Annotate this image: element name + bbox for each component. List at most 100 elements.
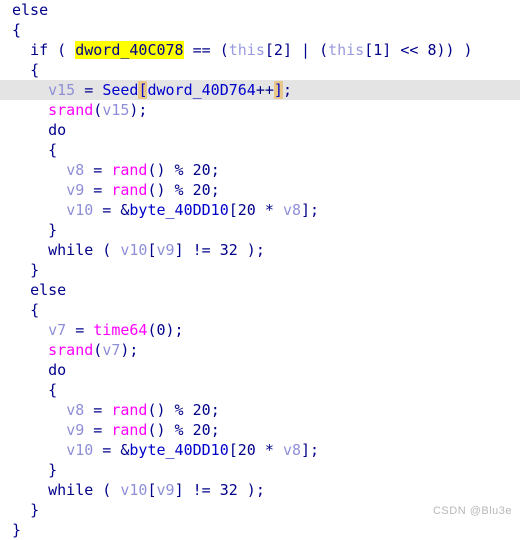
token-punc: {: [30, 301, 40, 319]
code-line[interactable]: }: [0, 520, 520, 540]
token-num: 2: [273, 41, 283, 59]
code-line[interactable]: {: [0, 20, 520, 40]
token-var: v10: [120, 241, 148, 259]
code-line[interactable]: if ( dword_40C078 == (this[2] | (this[1]…: [0, 40, 520, 60]
token-var: v9: [156, 481, 175, 499]
token-punc: ]: [382, 41, 392, 59]
token-kw: else: [30, 281, 67, 299]
token-punc: ]: [174, 241, 184, 259]
matching-bracket-token: ]: [273, 81, 283, 99]
token-punc: [: [264, 41, 274, 59]
token-this: this: [228, 41, 265, 59]
token-kw: do: [48, 121, 67, 139]
code-line[interactable]: while ( v10[v9] != 32 );: [0, 480, 520, 500]
token-op: =: [66, 321, 94, 339]
token-num: 20: [192, 421, 211, 439]
code-line[interactable]: v8 = rand() % 20;: [0, 400, 520, 420]
token-punc: }: [48, 461, 58, 479]
token-punc: [: [147, 241, 157, 259]
token-op: =: [84, 181, 112, 199]
token-punc: (: [48, 41, 76, 59]
token-op: |: [291, 41, 320, 59]
code-line[interactable]: {: [0, 380, 520, 400]
code-line[interactable]: v7 = time64(0);: [0, 320, 520, 340]
token-op: *: [255, 441, 283, 459]
token-punc: ;: [210, 421, 220, 439]
token-func: srand: [48, 101, 94, 119]
code-line[interactable]: }: [0, 460, 520, 480]
token-op: =: [93, 201, 121, 219]
token-glob: byte_40DD10: [129, 441, 229, 459]
token-glob: Seed: [102, 81, 139, 99]
token-punc: ;: [210, 181, 220, 199]
token-op: ++: [255, 81, 274, 99]
token-punc: (: [319, 41, 329, 59]
code-line-current[interactable]: v15 = Seed[dword_40D764++];: [0, 80, 520, 100]
code-line[interactable]: v10 = &byte_40DD10[20 * v8];: [0, 440, 520, 460]
token-func: rand: [111, 421, 148, 439]
token-num: 32: [219, 241, 238, 259]
token-op: %: [165, 401, 193, 419]
token-punc: }: [30, 261, 40, 279]
token-func: srand: [48, 341, 94, 359]
token-var: v8: [282, 201, 301, 219]
token-punc: }: [48, 221, 58, 239]
code-line[interactable]: v9 = rand() % 20;: [0, 180, 520, 200]
token-punc: {: [48, 141, 58, 159]
token-num: 20: [192, 401, 211, 419]
code-line[interactable]: {: [0, 300, 520, 320]
code-line[interactable]: v10 = &byte_40DD10[20 * v8];: [0, 200, 520, 220]
code-line[interactable]: else: [0, 280, 520, 300]
token-this: this: [328, 41, 365, 59]
code-line[interactable]: }: [0, 260, 520, 280]
token-punc: {: [48, 381, 58, 399]
token-var: v8: [66, 401, 85, 419]
token-punc: (: [93, 101, 103, 119]
token-punc: ;: [210, 161, 220, 179]
token-var: v10: [66, 201, 94, 219]
token-op: !=: [183, 481, 220, 499]
token-punc: );: [237, 481, 265, 499]
token-punc: (): [147, 161, 166, 179]
search-highlight-token: dword_40C078: [75, 41, 184, 59]
code-line[interactable]: }: [0, 220, 520, 240]
token-var: v7: [102, 341, 121, 359]
token-var: v10: [120, 481, 148, 499]
token-op: *: [255, 201, 283, 219]
token-op: %: [165, 421, 193, 439]
code-line[interactable]: v8 = rand() % 20;: [0, 160, 520, 180]
token-punc: (): [147, 401, 166, 419]
token-var: v9: [156, 241, 175, 259]
code-line[interactable]: srand(v7);: [0, 340, 520, 360]
code-line[interactable]: {: [0, 60, 520, 80]
code-line[interactable]: v9 = rand() % 20;: [0, 420, 520, 440]
token-punc: )) ): [436, 41, 473, 59]
code-line[interactable]: {: [0, 140, 520, 160]
code-line[interactable]: while ( v10[v9] != 32 );: [0, 240, 520, 260]
token-op: =: [84, 401, 112, 419]
code-line[interactable]: else: [0, 0, 520, 20]
token-punc: );: [129, 101, 148, 119]
code-line[interactable]: do: [0, 360, 520, 380]
token-punc: ;: [210, 401, 220, 419]
token-op: %: [165, 161, 193, 179]
pseudocode-code-view[interactable]: else{ if ( dword_40C078 == (this[2] | (t…: [0, 0, 520, 539]
token-punc: ];: [301, 201, 320, 219]
token-op: =: [84, 421, 112, 439]
token-num: 20: [192, 161, 211, 179]
token-punc: [: [364, 41, 374, 59]
code-line[interactable]: do: [0, 120, 520, 140]
token-var: v15: [48, 81, 76, 99]
code-line[interactable]: srand(v15);: [0, 100, 520, 120]
token-num: 20: [237, 441, 256, 459]
